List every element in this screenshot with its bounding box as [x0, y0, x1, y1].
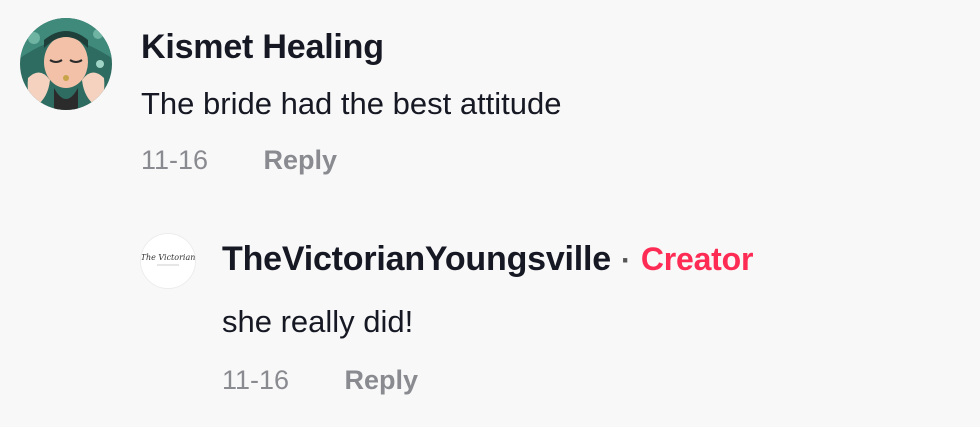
script-logo-icon: The Victorian [141, 234, 195, 288]
comment-text: The bride had the best attitude [141, 86, 562, 121]
svg-text:The Victorian: The Victorian [141, 253, 195, 262]
creator-avatar[interactable]: The Victorian [140, 233, 196, 289]
reply-body: TheVictorianYoungsville · Creator she real… [222, 242, 753, 394]
reply-username[interactable]: TheVictorianYoungsville [222, 240, 611, 278]
reply-date: 11-16 [222, 365, 290, 395]
reply-username-row: TheVictorianYoungsville · Creator [222, 242, 753, 276]
reply-button[interactable]: Reply [264, 145, 338, 175]
creator-badge: Creator [640, 241, 754, 277]
reply-meta: 11-16 Reply [222, 367, 753, 394]
reply-text: she really did! [222, 304, 414, 339]
reply-button[interactable]: Reply [345, 365, 419, 395]
separator-dot: · [621, 244, 631, 277]
comment-body: Kismet Healing The bride had the best at… [141, 30, 562, 174]
comment-username[interactable]: Kismet Healing [141, 30, 562, 64]
comment-date: 11-16 [141, 145, 209, 175]
comment-thread: Kismet Healing The bride had the best at… [0, 0, 980, 427]
illustrated-face-icon [20, 18, 112, 110]
comment-meta: 11-16 Reply [141, 147, 562, 174]
user-avatar[interactable] [20, 18, 112, 110]
